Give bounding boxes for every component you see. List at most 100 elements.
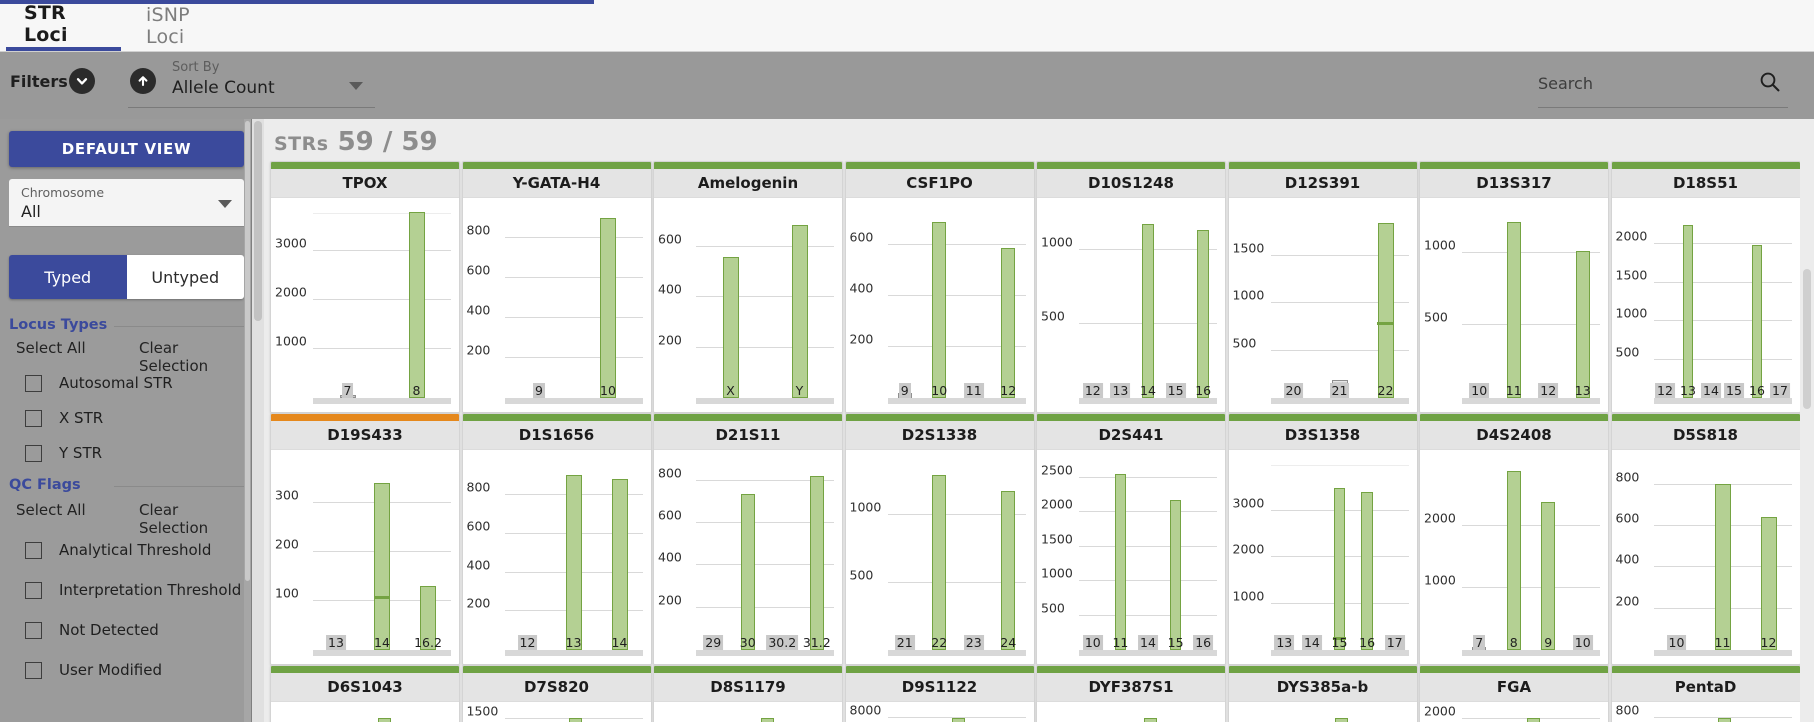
checkbox-icon[interactable] xyxy=(25,581,42,599)
allele-bar[interactable] xyxy=(1506,471,1521,650)
allele-bar[interactable] xyxy=(1526,718,1540,722)
allele-bar[interactable] xyxy=(565,474,582,650)
allele-bar[interactable] xyxy=(952,718,966,722)
checkbox-icon[interactable] xyxy=(25,661,42,679)
allele-bar[interactable] xyxy=(600,218,616,398)
allele-bar[interactable] xyxy=(791,224,808,398)
allele-bar[interactable] xyxy=(1335,718,1349,722)
loci-scrollbar-left[interactable] xyxy=(252,119,264,722)
tab-str-loci[interactable]: STR Loci xyxy=(6,0,121,51)
checkbox-icon[interactable] xyxy=(25,444,42,462)
allele-bar[interactable] xyxy=(809,475,824,650)
allele-bar[interactable] xyxy=(1683,225,1693,398)
allele-bar[interactable] xyxy=(1714,483,1731,650)
allele-bar[interactable] xyxy=(1541,502,1556,650)
scrollbar-thumb[interactable] xyxy=(1803,269,1811,409)
tab-isnp-loci[interactable]: iSNP Loci xyxy=(128,0,238,51)
locus-card[interactable]: D5S818 200 400 600 800 10 11 12 xyxy=(1610,413,1801,665)
locus-card[interactable]: D18S51 500 1000 1500 2000 12 13 14 15 16 17 xyxy=(1610,161,1801,413)
checkbox-x-str[interactable]: X STR xyxy=(25,407,250,429)
locus-types-select-all[interactable]: Select All xyxy=(16,339,86,357)
locus-card[interactable]: D10S1248 500 1000 12 13 14 15 16 xyxy=(1036,161,1226,413)
checkbox-autosomal-str[interactable]: Autosomal STR xyxy=(25,372,250,394)
checkbox-icon[interactable] xyxy=(25,541,42,559)
loci-scrollbar-right[interactable] xyxy=(1800,119,1814,722)
allele-bar[interactable] xyxy=(932,474,947,650)
search-input[interactable] xyxy=(1538,70,1738,96)
checkbox-icon[interactable] xyxy=(25,374,42,392)
allele-bar[interactable] xyxy=(1752,245,1762,398)
sort-by-select[interactable]: Sort By Allele Count xyxy=(128,56,375,108)
locus-card[interactable]: CSF1PO 200 400 600 9 10 11 12 xyxy=(844,161,1035,413)
allele-bar[interactable] xyxy=(1169,499,1182,650)
allele-bar[interactable] xyxy=(1760,516,1777,650)
locus-card[interactable]: D2S441 500 1000 1500 2000 2500 10 11 14 15 16 xyxy=(1036,413,1226,665)
search-icon[interactable] xyxy=(1758,70,1782,98)
locus-card[interactable]: D9S1122 8000 xyxy=(844,665,1035,722)
qc-flags-select-all[interactable]: Select All xyxy=(16,501,86,519)
locus-card[interactable]: D21S11 200 400 600 800 29 30 30.2 31.2 xyxy=(653,413,843,665)
checkbox-icon[interactable] xyxy=(25,409,42,427)
locus-card[interactable]: DYS385a-b xyxy=(1227,665,1418,722)
allele-bar[interactable] xyxy=(1506,222,1521,398)
locus-card[interactable]: FGA 2000 xyxy=(1419,665,1609,722)
locus-card[interactable]: D8S1179 xyxy=(653,665,843,722)
allele-bar[interactable] xyxy=(760,718,774,722)
y-axis-tick: 2000 xyxy=(1424,703,1456,719)
locus-card[interactable]: D3S1358 1000 2000 3000 13 14 15 16 17 xyxy=(1227,413,1418,665)
locus-types-clear-selection[interactable]: Clear Selection xyxy=(139,339,244,375)
allele-bar[interactable] xyxy=(1197,229,1209,398)
allele-bar[interactable] xyxy=(373,482,391,650)
filters-label: Filters xyxy=(10,72,68,91)
allele-bar[interactable] xyxy=(1333,487,1346,650)
checkbox-not-detected[interactable]: Not Detected xyxy=(25,619,250,641)
sidebar-scrollbar[interactable] xyxy=(244,119,251,722)
scrollbar-thumb[interactable] xyxy=(245,121,250,581)
x-axis xyxy=(1270,650,1409,656)
toggle-typed[interactable]: Typed xyxy=(9,255,127,299)
locus-card[interactable]: D19S433 100 200 300 13 14 16.2 xyxy=(270,413,460,665)
locus-card[interactable]: TPOX 1000 2000 3000 7 8 xyxy=(270,161,460,413)
chromosome-select[interactable]: Chromosome All xyxy=(9,179,244,227)
allele-bar[interactable] xyxy=(1718,718,1732,722)
checkbox-user-modified[interactable]: User Modified xyxy=(25,659,250,681)
locus-card[interactable]: D6S1043 xyxy=(270,665,460,722)
default-view-button[interactable]: DEFAULT VIEW xyxy=(9,131,244,167)
checkbox-analytical-threshold[interactable]: Analytical Threshold xyxy=(25,539,250,561)
scrollbar-thumb[interactable] xyxy=(254,121,262,321)
locus-card[interactable]: Y-GATA-H4 200 400 600 800 9 10 xyxy=(461,161,652,413)
allele-bar[interactable] xyxy=(932,222,947,398)
allele-bar[interactable] xyxy=(611,478,628,650)
allele-bar[interactable] xyxy=(1001,247,1016,398)
allele-bar[interactable] xyxy=(1361,492,1373,650)
toggle-untyped[interactable]: Untyped xyxy=(126,255,244,299)
allele-bar[interactable] xyxy=(1114,473,1127,650)
locus-card[interactable]: D13S317 500 1000 10 11 12 13 xyxy=(1419,161,1609,413)
locus-card[interactable]: D2S1338 500 1000 21 22 23 24 xyxy=(844,413,1035,665)
allele-bar[interactable] xyxy=(377,718,391,722)
checkbox-interpretation-threshold[interactable]: Interpretation Threshold xyxy=(25,579,250,601)
search-field[interactable] xyxy=(1538,56,1788,108)
locus-card[interactable]: D7S820 1500 xyxy=(461,665,652,722)
allele-bar[interactable] xyxy=(1142,223,1154,398)
qc-flags-clear-selection[interactable]: Clear Selection xyxy=(139,501,244,537)
checkbox-y-str[interactable]: Y STR xyxy=(25,442,250,464)
allele-bar[interactable] xyxy=(1377,223,1394,398)
allele-bar[interactable] xyxy=(569,718,583,722)
allele-bar[interactable] xyxy=(1001,490,1016,650)
caret-down-icon[interactable] xyxy=(349,82,363,90)
allele-bar[interactable] xyxy=(408,212,425,398)
allele-bar[interactable] xyxy=(722,257,739,398)
locus-card[interactable]: DYF387S1 xyxy=(1036,665,1226,722)
chevron-down-icon[interactable] xyxy=(69,68,95,94)
locus-card[interactable]: D12S391 500 1000 1500 20 21 22 xyxy=(1227,161,1418,413)
allele-bar[interactable] xyxy=(740,493,755,650)
locus-card[interactable]: PentaD 800 xyxy=(1610,665,1801,722)
locus-card[interactable]: D4S2408 1000 2000 7 8 9 10 xyxy=(1419,413,1609,665)
checkbox-icon[interactable] xyxy=(25,621,42,639)
allele-bar[interactable] xyxy=(1143,718,1157,722)
allele-bar[interactable] xyxy=(1575,251,1590,398)
locus-card[interactable]: D1S1656 200 400 600 800 12 13 14 xyxy=(461,413,652,665)
caret-down-icon[interactable] xyxy=(218,200,232,208)
locus-card[interactable]: Amelogenin 200 400 600 X Y xyxy=(653,161,843,413)
